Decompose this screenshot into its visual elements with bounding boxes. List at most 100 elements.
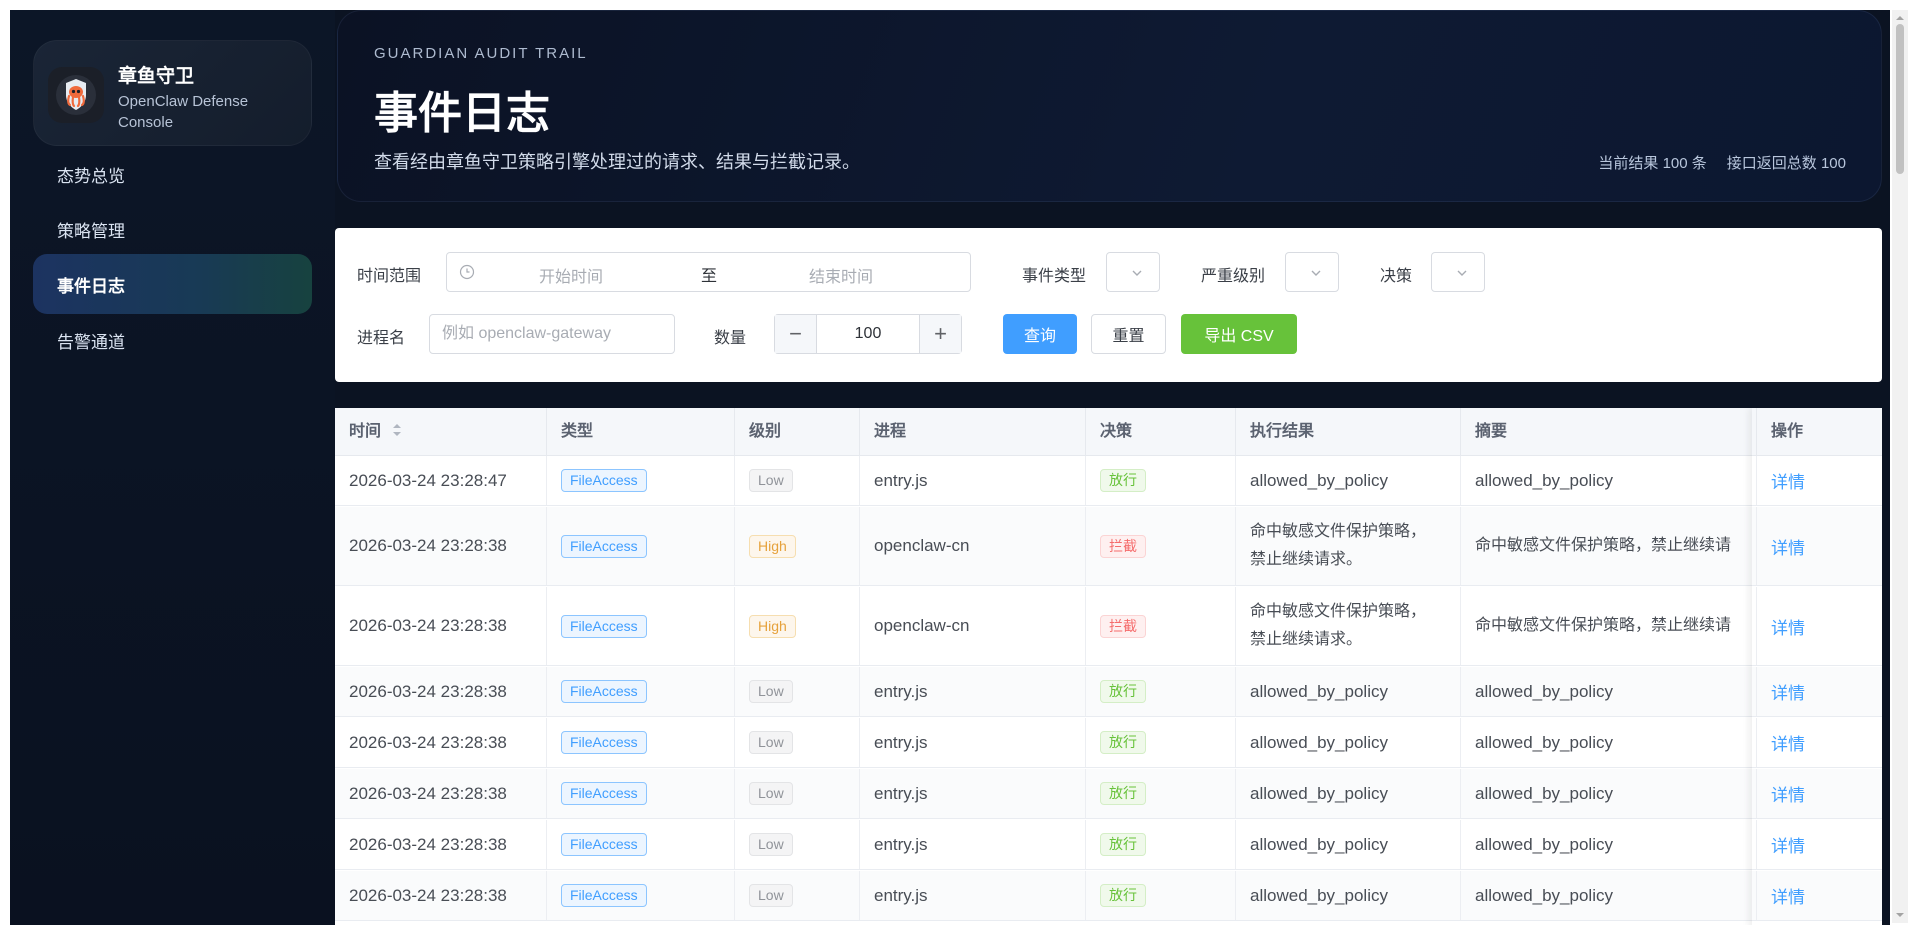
severity-select[interactable] xyxy=(1285,252,1339,292)
table-cell: allowed_by_policy xyxy=(1236,769,1461,818)
query-button[interactable]: 查询 xyxy=(1003,314,1077,354)
count-value[interactable]: 100 xyxy=(817,315,919,353)
table-cell: 命中敏感文件保护策略， 禁止继续请求。 xyxy=(1236,587,1461,665)
cell-process: entry.js xyxy=(874,681,928,701)
process-label: 进程名 xyxy=(357,330,406,347)
type-tag: FileAccess xyxy=(561,833,647,856)
detail-link[interactable]: 详情 xyxy=(1771,468,1805,493)
detail-link[interactable]: 详情 xyxy=(1771,679,1805,704)
table-cell: Low xyxy=(735,871,860,920)
cell-result-line: 命中敏感文件保护策略， xyxy=(1250,523,1427,540)
cell-time: 2026-03-24 23:28:38 xyxy=(349,834,507,854)
table-cell: entry.js xyxy=(860,667,1086,716)
table-cell: FileAccess xyxy=(547,769,735,818)
table-row: 2026-03-24 23:28:38 FileAccess High opencla… xyxy=(335,587,1882,666)
sort-icon[interactable] xyxy=(391,423,403,437)
cell-summary: allowed_by_policy xyxy=(1475,470,1613,490)
cell-process: entry.js xyxy=(874,470,928,490)
detail-link[interactable]: 详情 xyxy=(1771,730,1805,755)
table-cell: 2026-03-24 23:28:38 xyxy=(335,587,547,665)
detail-link[interactable]: 详情 xyxy=(1771,832,1805,857)
page-title: 事件日志 xyxy=(374,89,550,138)
increment-button[interactable]: + xyxy=(919,315,961,353)
table-cell: 2026-03-24 23:28:38 xyxy=(335,769,547,818)
table-cell: entry.js xyxy=(860,456,1086,505)
level-tag: Low xyxy=(749,469,793,492)
table-cell: 详情 xyxy=(1757,820,1882,869)
date-range-picker[interactable]: 开始时间 至 结束时间 xyxy=(446,252,971,292)
process-input[interactable] xyxy=(429,314,675,354)
cell-process: entry.js xyxy=(874,834,928,854)
page-header: GUARDIAN AUDIT TRAIL 事件日志 查看经由章鱼守卫策略引擎处理… xyxy=(337,10,1882,202)
cell-summary: allowed_by_policy xyxy=(1475,885,1613,905)
cell-process: entry.js xyxy=(874,885,928,905)
cell-summary: allowed_by_policy xyxy=(1475,732,1613,752)
sidebar-item-event-log[interactable]: 事件日志 xyxy=(33,254,312,314)
detail-link[interactable]: 详情 xyxy=(1771,883,1805,908)
scroll-thumb[interactable] xyxy=(1896,24,1904,174)
level-tag: Low xyxy=(749,782,793,805)
chevron-down-icon xyxy=(1311,270,1321,276)
table-cell: 详情 xyxy=(1757,587,1882,665)
type-tag: FileAccess xyxy=(561,731,647,754)
column-time[interactable]: 时间 xyxy=(335,408,547,456)
event-type-select[interactable] xyxy=(1106,252,1160,292)
column-type: 类型 xyxy=(547,408,735,456)
sidebar-item-overview[interactable]: 态势总览 xyxy=(33,144,312,204)
cell-process: openclaw-cn xyxy=(874,536,970,555)
detail-link[interactable]: 详情 xyxy=(1771,614,1805,639)
column-decision: 决策 xyxy=(1086,408,1236,456)
cell-summary: allowed_by_policy xyxy=(1475,783,1613,803)
table-cell: FileAccess xyxy=(547,587,735,665)
table-cell: FileAccess xyxy=(547,507,735,585)
table-cell: allowed_by_policy xyxy=(1236,820,1461,869)
decrement-button[interactable]: − xyxy=(775,315,817,353)
decision-select[interactable] xyxy=(1431,252,1485,292)
decision-label: 决策 xyxy=(1380,268,1413,285)
column-level: 级别 xyxy=(735,408,860,456)
table-cell: 2026-03-24 23:28:38 xyxy=(335,718,547,767)
table-cell: FileAccess xyxy=(547,456,735,505)
level-tag: High xyxy=(749,614,796,638)
table-cell: 命中敏感文件保护策略，禁止继续请 xyxy=(1461,507,1757,585)
sidebar-item-alert-channel[interactable]: 告警通道 xyxy=(33,310,312,370)
cell-result: allowed_by_policy xyxy=(1250,783,1388,803)
end-time-placeholder[interactable]: 结束时间 xyxy=(809,263,873,287)
table-row: 2026-03-24 23:28:38 FileAccess Low entry.js… xyxy=(335,820,1882,870)
start-time-placeholder[interactable]: 开始时间 xyxy=(539,263,603,287)
export-csv-button[interactable]: 导出 CSV xyxy=(1181,314,1297,354)
decision-tag: 放行 xyxy=(1100,469,1146,492)
level-tag: Low xyxy=(749,731,793,754)
decision-tag: 放行 xyxy=(1100,884,1146,907)
cell-time: 2026-03-24 23:28:38 xyxy=(349,783,507,803)
table-row: 2026-03-24 23:28:47 FileAccess Low entry.js… xyxy=(335,456,1882,506)
reset-button[interactable]: 重置 xyxy=(1091,314,1166,354)
type-tag: FileAccess xyxy=(561,614,647,638)
decision-tag: 拦截 xyxy=(1100,614,1146,638)
table-cell: allowed_by_policy xyxy=(1236,718,1461,767)
scroll-up-icon[interactable] xyxy=(1892,12,1908,24)
table-cell: 放行 xyxy=(1086,871,1236,920)
table-cell: FileAccess xyxy=(547,667,735,716)
decision-tag: 放行 xyxy=(1100,782,1146,805)
table-cell: 2026-03-24 23:28:38 xyxy=(335,871,547,920)
severity-label: 严重级别 xyxy=(1201,268,1266,285)
table-cell: High xyxy=(735,507,860,585)
detail-link[interactable]: 详情 xyxy=(1771,534,1805,559)
current-result-count: 当前结果 100 条 xyxy=(1598,155,1707,172)
table-cell: 2026-03-24 23:28:38 xyxy=(335,667,547,716)
sidebar-item-label: 策略管理 xyxy=(57,221,125,241)
detail-link[interactable]: 详情 xyxy=(1771,781,1805,806)
filter-panel: 时间范围 开始时间 至 结束时间 事件类型 严重级别 决策 进程名 例如 ope… xyxy=(335,228,1882,382)
sidebar-item-policy[interactable]: 策略管理 xyxy=(33,199,312,259)
page-kicker: GUARDIAN AUDIT TRAIL xyxy=(374,45,588,62)
cell-result: allowed_by_policy xyxy=(1250,470,1388,490)
cell-time: 2026-03-24 23:28:38 xyxy=(349,616,507,635)
page-scrollbar[interactable] xyxy=(1892,10,1908,923)
clock-icon xyxy=(459,264,475,280)
page-description: 查看经由章鱼守卫策略引擎处理过的请求、结果与拦截记录。 xyxy=(374,152,860,172)
count-stepper[interactable]: − 100 + xyxy=(774,314,962,354)
table-header: 时间 类型 级别 进程 决策 执行结果 摘要 操作 xyxy=(335,408,1882,456)
scroll-down-icon[interactable] xyxy=(1892,909,1908,921)
table-cell: 2026-03-24 23:28:47 xyxy=(335,456,547,505)
